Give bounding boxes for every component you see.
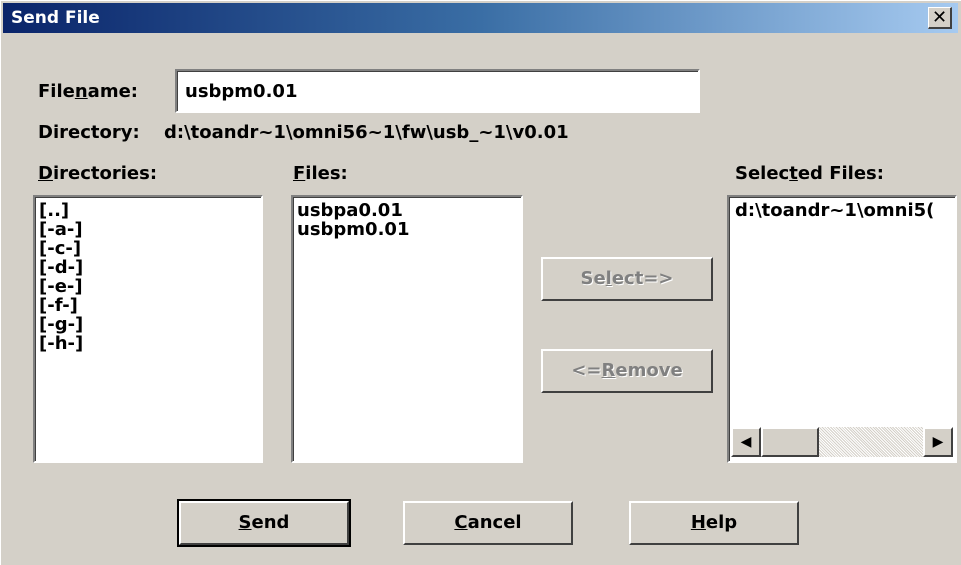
scroll-left-button[interactable]: ◀ [731, 427, 761, 457]
selected-files-label: Selected Files: [735, 163, 884, 184]
title-bar: Send File ✕ [3, 3, 958, 33]
select-button[interactable]: Select=> [541, 257, 713, 301]
send-file-dialog: Send File ✕ Filename: Directory: d:\toan… [0, 0, 961, 565]
list-item[interactable]: [-e-] [39, 277, 257, 296]
directory-label: Directory: [38, 122, 140, 143]
selected-files-list[interactable]: d:\toandr~1\omni5( [727, 195, 957, 463]
list-item[interactable]: [-a-] [39, 220, 257, 239]
scroll-thumb[interactable] [761, 427, 819, 457]
arrow-right-icon: ▶ [932, 434, 944, 450]
remove-button[interactable]: <=Remove [541, 349, 713, 393]
horizontal-scrollbar[interactable]: ◀ ▶ [731, 427, 953, 457]
files-label: Files: [293, 163, 348, 184]
filename-label: Filename: [38, 81, 138, 102]
close-icon: ✕ [931, 7, 948, 28]
list-item[interactable]: [-f-] [39, 296, 257, 315]
list-item[interactable]: usbpm0.01 [297, 220, 517, 239]
list-item[interactable]: [-h-] [39, 334, 257, 353]
files-list[interactable]: usbpa0.01 usbpm0.01 [291, 195, 523, 463]
window-title: Send File [11, 8, 100, 28]
scroll-right-button[interactable]: ▶ [923, 427, 953, 457]
help-button[interactable]: Help [629, 501, 799, 545]
filename-input[interactable] [175, 69, 700, 113]
list-item[interactable]: [-g-] [39, 315, 257, 334]
send-button[interactable]: Send [177, 499, 351, 547]
directories-list[interactable]: [..] [-a-] [-c-] [-d-] [-e-] [-f-] [-g-]… [33, 195, 263, 463]
close-button[interactable]: ✕ [928, 7, 952, 29]
arrow-left-icon: ◀ [740, 434, 752, 450]
directory-path: d:\toandr~1\omni56~1\fw\usb_~1\v0.01 [164, 122, 569, 143]
list-item[interactable]: [..] [39, 201, 257, 220]
directories-label: Directories: [38, 163, 158, 184]
list-item[interactable]: usbpa0.01 [297, 201, 517, 220]
cancel-button[interactable]: Cancel [403, 501, 573, 545]
list-item[interactable]: [-d-] [39, 258, 257, 277]
list-item[interactable]: d:\toandr~1\omni5( [735, 201, 955, 220]
list-item[interactable]: [-c-] [39, 239, 257, 258]
